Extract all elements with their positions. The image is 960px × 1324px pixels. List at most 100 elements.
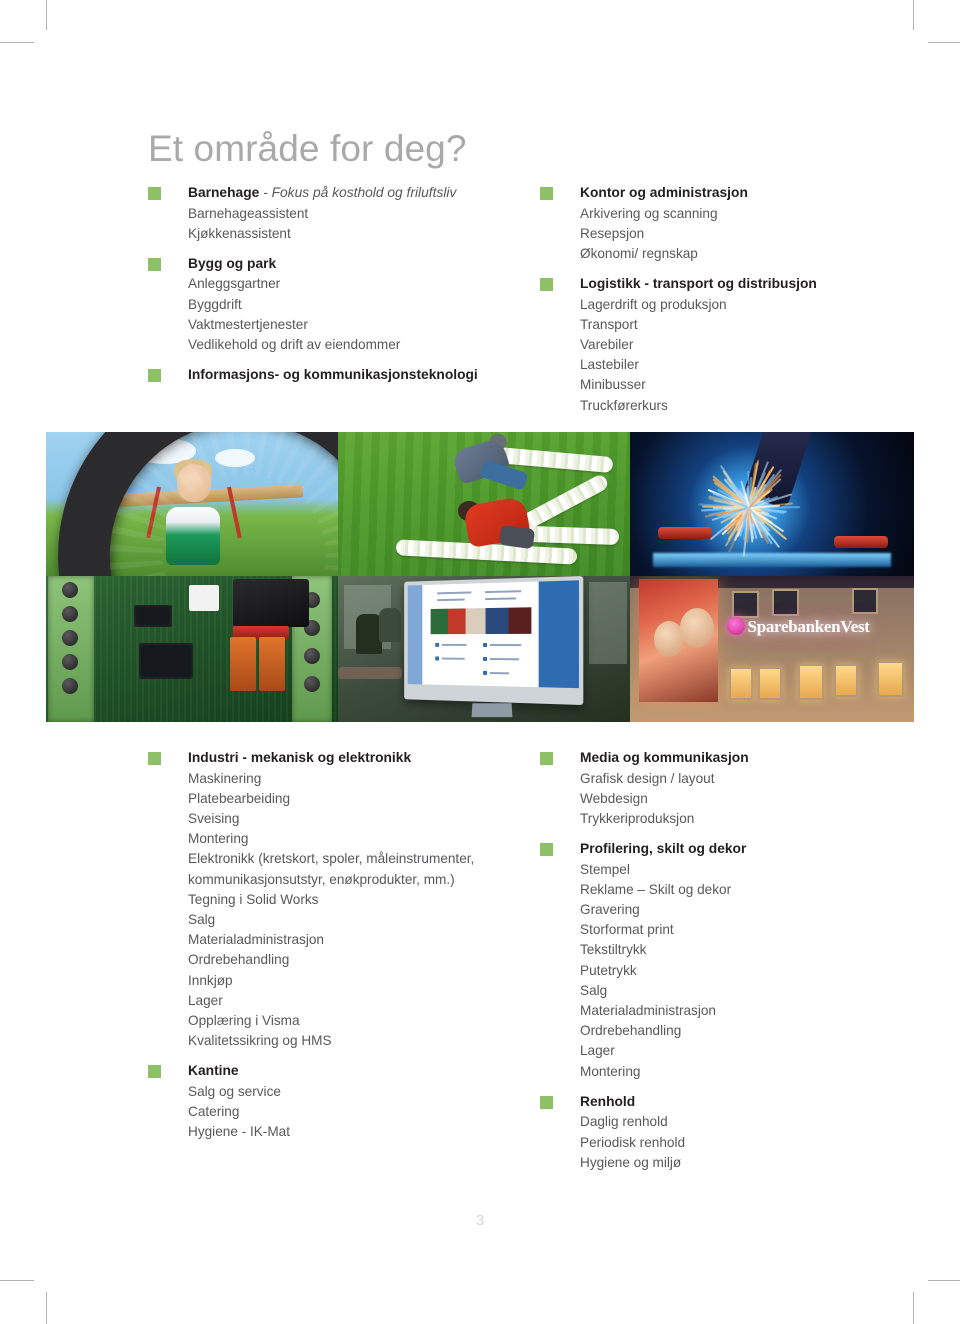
building-window	[732, 591, 759, 618]
category-item-list: Anleggsgartner Byggdrift Vaktmestertjenest…	[148, 274, 508, 355]
sparebanken-vest-sign: SparebankenVest	[727, 617, 870, 637]
weld-clamp	[834, 536, 888, 548]
monitor-screen	[408, 580, 579, 687]
category-item: Økonomi/ regnskap	[580, 244, 900, 264]
category-item: Sveising	[188, 809, 518, 829]
category-item: Periodisk renhold	[580, 1133, 900, 1153]
bullet-dot	[483, 671, 487, 675]
category-item: Materialadministrasjon	[188, 930, 518, 950]
category-item: Opplæring i Visma	[188, 1011, 518, 1031]
category-item: Salg	[188, 910, 518, 930]
weld-clamp	[658, 527, 712, 539]
terminal-screw	[62, 630, 78, 646]
category-group: Informasjons- og kommunikasjonsteknologi	[148, 365, 508, 386]
text-line	[491, 643, 522, 645]
category-group: Kontor og administrasjon Arkivering og sc…	[540, 183, 900, 264]
wall-billboard	[639, 579, 719, 702]
category-item: Hygiene og miljø	[580, 1153, 900, 1173]
category-item: Byggdrift	[188, 295, 508, 315]
category-item: Salg og service	[188, 1082, 518, 1102]
terminal-screw	[304, 676, 320, 692]
category-group: Bygg og park Anleggsgartner Byggdrift Vaktm…	[148, 254, 508, 355]
category-column-top-right: Kontor og administrasjon Arkivering og sc…	[540, 183, 900, 416]
category-column-top-left: Barnehage - Fokus på kosthold og friluft…	[148, 183, 508, 386]
category-item: Arkivering og scanning	[580, 204, 900, 224]
category-item: Materialadministrasjon	[580, 1001, 900, 1021]
category-heading: Logistikk - transport og distribusjon	[540, 274, 900, 295]
category-item: Kvalitetssikring og HMS	[188, 1031, 518, 1051]
app-right-panel	[539, 580, 579, 687]
image-strip	[431, 607, 531, 635]
category-title: Bygg og park	[188, 256, 276, 271]
seated-person	[379, 608, 401, 642]
sign-text: SparebankenVest	[748, 617, 870, 636]
category-item-list: Barnehageassistent Kjøkkenassistent	[148, 204, 508, 244]
category-item-list: Salg og service Catering Hygiene - IK-Mat	[148, 1082, 518, 1143]
category-subtitle: - Fokus på kosthold og friluftsliv	[259, 185, 456, 200]
category-group: Industri - mekanisk og elektronikk Maskin…	[148, 748, 518, 1051]
category-item: Barnehageassistent	[188, 204, 508, 224]
photo-monitor-layout	[338, 576, 630, 722]
category-item: Putetrykk	[580, 961, 900, 981]
category-title: Renhold	[580, 1094, 635, 1109]
category-item: Catering	[188, 1102, 518, 1122]
category-item: Lager	[580, 1041, 900, 1061]
category-heading: Informasjons- og kommunikasjonsteknologi	[148, 365, 508, 386]
photo-child-tyre-swing	[46, 432, 338, 576]
category-group: Media og kommunikasjon Grafisk design / l…	[540, 748, 900, 829]
category-item: Minibusser	[580, 375, 900, 395]
green-square-bullet-icon	[540, 278, 553, 291]
category-item: Truckførerkurs	[580, 396, 900, 416]
page-number: 3	[0, 1212, 960, 1229]
category-title: Media og kommunikasjon	[580, 750, 749, 765]
page-title: Et område for deg?	[148, 128, 467, 170]
text-line	[486, 598, 517, 601]
monitor-stand	[472, 703, 513, 717]
category-heading: Kantine	[148, 1061, 518, 1082]
category-item: Platebearbeiding	[188, 789, 518, 809]
photo-welding-sparks	[630, 432, 914, 576]
relay-block	[233, 579, 309, 627]
terminal-screw	[62, 654, 78, 670]
classroom-desk	[338, 667, 402, 679]
category-item-list: Daglig renhold Periodisk renhold Hygiene o…	[540, 1112, 900, 1173]
photo-building-sign: SparebankenVest	[630, 576, 914, 722]
green-square-bullet-icon	[148, 752, 161, 765]
building-window	[877, 661, 904, 697]
category-item: Grafisk design / layout	[580, 769, 900, 789]
building-window	[852, 588, 879, 614]
terminal-block-left	[48, 576, 94, 722]
bullet-dot	[436, 656, 440, 660]
text-line	[491, 658, 520, 660]
terminal-screw	[62, 582, 78, 598]
text-line	[486, 590, 522, 593]
category-title: Barnehage	[188, 185, 259, 200]
bullet-dot	[436, 642, 440, 646]
category-item-list: Lagerdrift og produksjon Transport Varebil…	[540, 295, 900, 416]
text-line	[438, 592, 472, 595]
photo-circuit-board	[46, 576, 338, 722]
category-item: Daglig renhold	[580, 1112, 900, 1132]
green-square-bullet-icon	[148, 258, 161, 271]
ic-chip	[139, 643, 193, 679]
green-square-bullet-icon	[540, 843, 553, 856]
category-item: Trykkeriproduksjon	[580, 809, 900, 829]
building-window	[772, 589, 799, 616]
category-item: Transport	[580, 315, 900, 335]
building-window	[758, 667, 782, 700]
bullet-dot	[483, 657, 487, 661]
category-title: Profilering, skilt og dekor	[580, 841, 746, 856]
category-title: Logistikk - transport og distribusjon	[580, 276, 817, 291]
green-square-bullet-icon	[540, 187, 553, 200]
category-item: Ordrebehandling	[188, 950, 518, 970]
green-square-bullet-icon	[148, 1065, 161, 1078]
category-group: Renhold Daglig renhold Periodisk renhold Hy…	[540, 1092, 900, 1173]
metal-plate	[653, 553, 892, 567]
orange-relay	[230, 637, 256, 691]
category-item: Vedlikehold og drift av eiendommer	[188, 335, 508, 355]
category-heading: Industri - mekanisk og elektronikk	[148, 748, 518, 769]
category-item-list: Maskinering Platebearbeiding Sveising Monte…	[148, 769, 518, 1052]
seated-person	[356, 614, 382, 654]
category-item: Storformat print	[580, 920, 900, 940]
ic-chip	[134, 605, 172, 627]
